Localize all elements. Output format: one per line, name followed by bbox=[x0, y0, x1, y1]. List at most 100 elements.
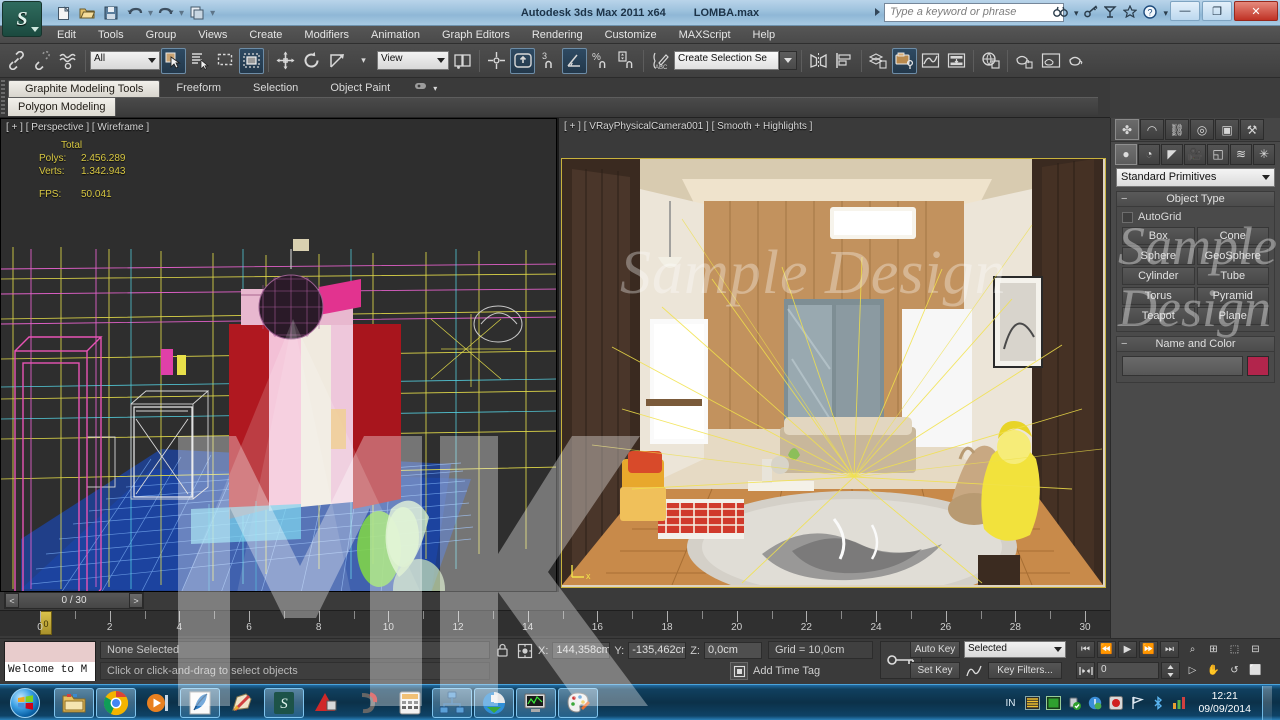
redo-icon[interactable] bbox=[155, 3, 177, 24]
qat-customize-arrow[interactable]: ▾ bbox=[210, 8, 215, 19]
align-icon[interactable] bbox=[832, 48, 857, 74]
antivirus-icon[interactable] bbox=[1108, 695, 1124, 711]
undo-dropdown-arrow[interactable]: ▾ bbox=[148, 8, 153, 19]
key-mode-toggle-icon[interactable] bbox=[1076, 662, 1095, 679]
unlink-selection-icon[interactable] bbox=[30, 48, 55, 74]
usb-safe-remove-icon[interactable] bbox=[1066, 695, 1082, 711]
time-slider-prev[interactable]: < bbox=[5, 593, 19, 608]
snaps-toggle-icon[interactable] bbox=[510, 47, 535, 74]
modify-tab[interactable]: ◠ bbox=[1140, 119, 1164, 140]
zoom-icon[interactable]: ⌕ bbox=[1183, 641, 1202, 658]
lights-icon[interactable]: ◤ bbox=[1161, 143, 1183, 165]
binoculars-dropdown-arrow[interactable]: ▾ bbox=[1074, 8, 1079, 19]
search-expand-arrow-icon[interactable] bbox=[875, 8, 880, 16]
bind-to-space-warp-icon[interactable] bbox=[56, 48, 81, 74]
cameras-icon[interactable]: 🎥 bbox=[1184, 143, 1206, 165]
select-and-move-icon[interactable] bbox=[273, 48, 298, 74]
menu-item-create[interactable]: Create bbox=[238, 26, 293, 44]
menu-item-tools[interactable]: Tools bbox=[87, 26, 135, 44]
systems-icon[interactable]: ✳ bbox=[1253, 143, 1275, 165]
timeline-ruler[interactable]: 0 0 2 4 6 8 10 12 14 16 18 20 22 24 26 28 30 bbox=[0, 610, 1110, 636]
show-desktop-button[interactable] bbox=[1262, 686, 1272, 720]
taskbar-item-autocad[interactable] bbox=[306, 688, 346, 718]
go-to-end-icon[interactable]: ⏭ bbox=[1160, 641, 1179, 658]
redo-dropdown-arrow[interactable]: ▾ bbox=[179, 8, 184, 19]
taskbar-item-google-chrome[interactable] bbox=[96, 687, 136, 718]
next-frame-icon[interactable]: ⏩ bbox=[1139, 641, 1158, 658]
taskbar-item-windows-explorer[interactable] bbox=[54, 687, 94, 718]
taskbar-item-network-app[interactable] bbox=[432, 687, 472, 718]
zoom-all-icon[interactable]: ⊟ bbox=[1246, 641, 1265, 658]
menu-item-graph-editors[interactable]: Graph Editors bbox=[431, 26, 521, 44]
ribbon-tab-freeform[interactable]: Freeform bbox=[160, 80, 237, 97]
key-mode-dropdown[interactable]: Selected bbox=[964, 641, 1066, 658]
menu-item-maxscript[interactable]: MAXScript bbox=[668, 26, 742, 44]
mirror-icon[interactable] bbox=[806, 48, 831, 74]
y-coord-field[interactable]: -135,462cm bbox=[628, 642, 687, 659]
geometry-icon[interactable]: ● bbox=[1115, 143, 1137, 165]
percent-snap-toggle-icon[interactable]: % bbox=[588, 48, 613, 74]
add-time-tag-control[interactable]: Add Time Tag bbox=[730, 662, 820, 680]
name-and-color-collapse-icon[interactable]: − bbox=[1121, 337, 1127, 352]
stats-icon[interactable] bbox=[1171, 695, 1187, 711]
render-setup-icon[interactable] bbox=[892, 47, 917, 74]
menu-item-animation[interactable]: Animation bbox=[360, 26, 431, 44]
new-file-icon[interactable] bbox=[52, 3, 74, 24]
menu-item-help[interactable]: Help bbox=[742, 26, 787, 44]
open-file-icon[interactable] bbox=[76, 3, 98, 24]
minimize-button[interactable]: — bbox=[1170, 1, 1200, 21]
taskbar-item-paint-pencil[interactable] bbox=[222, 688, 262, 718]
orbit-icon[interactable]: ↺ bbox=[1225, 662, 1244, 679]
curve-editor-icon[interactable] bbox=[918, 48, 943, 74]
select-and-rotate-icon[interactable] bbox=[299, 48, 324, 74]
menu-item-views[interactable]: Views bbox=[187, 26, 238, 44]
select-and-link-icon[interactable] bbox=[4, 48, 29, 74]
select-by-name-icon[interactable] bbox=[187, 48, 212, 74]
previous-frame-icon[interactable]: ⏪ bbox=[1097, 641, 1116, 658]
ribbon-tab-selection[interactable]: Selection bbox=[237, 80, 314, 97]
use-pivot-point-center-icon[interactable] bbox=[450, 48, 475, 74]
equalizer-icon[interactable] bbox=[1024, 695, 1040, 711]
reference-coordinate-dropdown[interactable]: View bbox=[377, 51, 449, 70]
zoom-extents-icon[interactable]: ⊞ bbox=[1204, 641, 1223, 658]
key-help-icon[interactable] bbox=[1084, 5, 1098, 21]
render-production-icon[interactable] bbox=[1064, 48, 1089, 74]
object-name-input[interactable] bbox=[1122, 356, 1243, 376]
create-tab[interactable]: ✤ bbox=[1115, 119, 1139, 140]
search-input[interactable]: Type a keyword or phrase bbox=[884, 3, 1064, 22]
project-folder-icon[interactable] bbox=[186, 3, 208, 24]
ribbon-overflow-icon[interactable]: ▾ bbox=[406, 80, 445, 97]
search-binoculars-icon[interactable] bbox=[1053, 6, 1068, 21]
z-coord-field[interactable]: 0,0cm bbox=[703, 642, 762, 659]
menu-item-rendering[interactable]: Rendering bbox=[521, 26, 594, 44]
rendered-frame-window-icon[interactable] bbox=[1038, 48, 1063, 74]
perspective-viewport[interactable]: [ + ] [ Perspective ] [ Wireframe ] Tota… bbox=[0, 118, 557, 592]
select-and-scale-icon[interactable] bbox=[325, 48, 350, 74]
object-type-collapse-icon[interactable]: − bbox=[1121, 192, 1127, 207]
help-dropdown-arrow[interactable]: ▾ bbox=[1163, 8, 1168, 19]
layer-manager-icon[interactable] bbox=[866, 48, 891, 74]
taskbar-item-sketchup[interactable] bbox=[348, 688, 388, 718]
x-coord-field[interactable]: 144,358cm bbox=[552, 642, 611, 659]
display-tab[interactable]: ▣ bbox=[1215, 119, 1239, 140]
space-warps-icon[interactable]: ≋ bbox=[1230, 143, 1252, 165]
go-to-start-icon[interactable]: ⏮ bbox=[1076, 641, 1095, 658]
maxscript-input-line[interactable] bbox=[5, 642, 95, 662]
polygon-modeling-panel[interactable]: Polygon Modeling bbox=[8, 98, 117, 116]
reference-coordinate-arrow[interactable]: ▾ bbox=[351, 48, 376, 74]
play-animation-icon[interactable]: ▶ bbox=[1118, 641, 1137, 658]
snap-count-3-icon[interactable]: 3 bbox=[536, 48, 561, 74]
shapes-icon[interactable]: ◔ bbox=[1138, 143, 1160, 165]
menu-item-group[interactable]: Group bbox=[135, 26, 188, 44]
helpers-icon[interactable]: ◱ bbox=[1207, 143, 1229, 165]
zoom-region-icon[interactable]: ⬚ bbox=[1225, 641, 1244, 658]
update-icon[interactable] bbox=[1087, 695, 1103, 711]
start-button[interactable] bbox=[0, 686, 50, 720]
frame-spinner[interactable] bbox=[1161, 662, 1180, 679]
taskbar-item-dreamweaver-feather[interactable] bbox=[180, 687, 220, 718]
restore-button[interactable]: ❐ bbox=[1202, 1, 1232, 21]
set-key-curve-icon[interactable] bbox=[964, 662, 984, 679]
utilities-tab[interactable]: ⚒ bbox=[1240, 119, 1264, 140]
named-selection-set-control[interactable]: Create Selection Se bbox=[674, 51, 797, 70]
save-file-icon[interactable] bbox=[100, 3, 122, 24]
